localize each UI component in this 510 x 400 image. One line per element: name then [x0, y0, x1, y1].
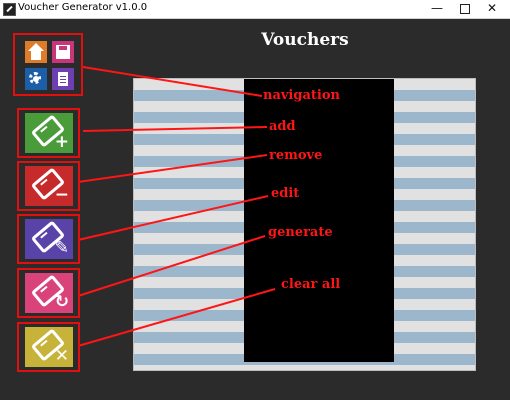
x-icon: ✕	[54, 346, 69, 366]
remove-voucher-button[interactable]: −	[17, 161, 80, 211]
annotation-navigation: navigation	[263, 88, 340, 103]
generate-voucher-button[interactable]: ↻	[17, 268, 80, 318]
voucher-generate-icon: ↻	[25, 273, 73, 313]
close-button[interactable]: ✕	[480, 0, 504, 18]
maximize-button[interactable]	[453, 0, 477, 18]
edit-voucher-button[interactable]: ✎	[17, 214, 80, 264]
voucher-add-icon: +	[25, 113, 73, 153]
pencil-icon: ✎	[54, 238, 69, 258]
voucher-clear-icon: ✕	[25, 327, 73, 367]
document-icon[interactable]	[52, 68, 74, 90]
add-voucher-button[interactable]: +	[17, 108, 80, 158]
plus-icon: +	[54, 132, 69, 152]
settings-gear-icon[interactable]	[25, 68, 47, 90]
annotation-add: add	[269, 119, 296, 134]
app-icon	[3, 3, 16, 16]
voucher-edit-icon: ✎	[25, 219, 73, 259]
window-title: Voucher Generator v1.0.0	[18, 2, 148, 13]
list-row[interactable]	[134, 365, 475, 370]
annotation-clear-all: clear all	[281, 277, 341, 292]
minimize-button[interactable]: —	[425, 0, 449, 18]
save-icon[interactable]	[52, 41, 74, 63]
title-bar: Voucher Generator v1.0.0 — ✕	[0, 0, 510, 19]
home-icon[interactable]	[25, 41, 47, 63]
maximize-icon	[460, 4, 470, 14]
annotation-generate: generate	[268, 225, 333, 240]
refresh-icon: ↻	[54, 292, 69, 312]
annotation-overlay-box	[244, 79, 394, 362]
annotation-remove: remove	[269, 148, 323, 163]
minus-icon: −	[54, 185, 69, 205]
annotation-edit: edit	[271, 186, 300, 201]
voucher-remove-icon: −	[25, 166, 73, 206]
clear-all-button[interactable]: ✕	[17, 322, 80, 372]
navigation-panel	[13, 33, 83, 96]
page-title: Vouchers	[261, 30, 349, 50]
